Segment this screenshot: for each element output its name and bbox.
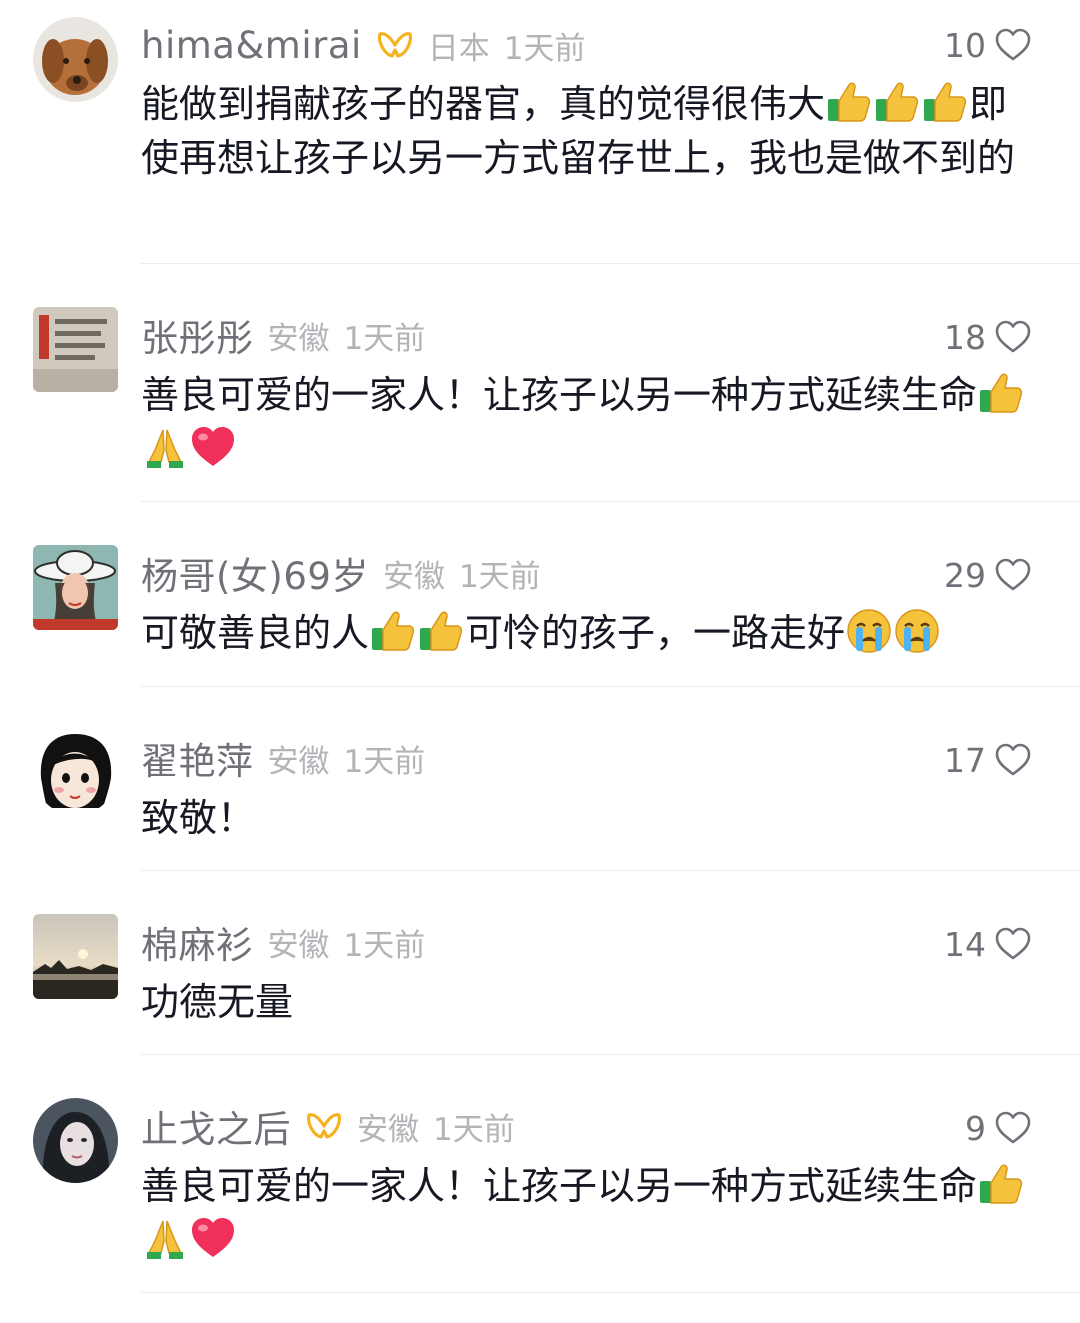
username[interactable]: 张彤彤 bbox=[141, 308, 254, 362]
comment-text-segment: 能做到捐献孩子的器官，真的觉得很伟大 bbox=[141, 82, 826, 126]
comment-text-segment: 善良可爱的一家人！让孩子以另一种方式延续生命 bbox=[141, 1164, 978, 1208]
user-avatar[interactable] bbox=[33, 730, 118, 815]
comment-meta: 棉麻衫 安徽 1天前 bbox=[141, 914, 425, 970]
document-avatar-icon bbox=[33, 307, 118, 392]
divider bbox=[141, 501, 1080, 502]
comment-time: 1天前 bbox=[458, 558, 541, 595]
fan-badge-icon bbox=[376, 28, 414, 62]
like-count: 29 bbox=[944, 555, 986, 595]
comment-location: 安徽 bbox=[267, 927, 330, 964]
thumbs-up-icon bbox=[873, 79, 921, 125]
heart-outline-icon bbox=[994, 742, 1032, 778]
comment-time: 1天前 bbox=[503, 30, 586, 67]
comment-text-segment: 功德无量 bbox=[141, 980, 294, 1024]
comment-meta: 止戈之后 安徽 1天前 bbox=[141, 1098, 515, 1154]
like-button[interactable]: 10 bbox=[944, 17, 1032, 73]
divider bbox=[141, 1292, 1080, 1293]
comment-location: 安徽 bbox=[382, 558, 445, 595]
like-count: 10 bbox=[944, 25, 986, 65]
username[interactable]: 棉麻衫 bbox=[141, 915, 254, 969]
crying-face-icon bbox=[845, 608, 893, 654]
user-avatar[interactable] bbox=[33, 17, 118, 102]
divider bbox=[141, 686, 1080, 687]
username[interactable]: hima&mirai bbox=[141, 24, 362, 67]
thumbs-up-icon bbox=[921, 79, 969, 125]
comment-time: 1天前 bbox=[343, 927, 426, 964]
thumbs-up-icon bbox=[417, 608, 465, 654]
comment-text: 善良可爱的一家人！让孩子以另一种方式延续生命 bbox=[141, 368, 1036, 476]
like-count: 17 bbox=[944, 740, 986, 780]
pray-icon bbox=[141, 424, 189, 470]
heart-outline-icon bbox=[994, 27, 1032, 63]
sunset-avatar-icon bbox=[33, 914, 118, 999]
like-button[interactable]: 14 bbox=[944, 916, 1032, 972]
comment-text: 能做到捐献孩子的器官，真的觉得很伟大 即使再想让孩子以另一方式留存世上，我也是做不… bbox=[141, 77, 1036, 185]
comment-location: 日本 bbox=[427, 30, 490, 67]
thumbs-up-icon bbox=[977, 1161, 1025, 1207]
heart-outline-icon bbox=[994, 557, 1032, 593]
like-count: 18 bbox=[944, 317, 986, 357]
comment-meta: 翟艳萍 安徽 1天前 bbox=[141, 730, 425, 786]
comment-meta: 杨哥(女)69岁 安徽 1天前 bbox=[141, 545, 541, 601]
username[interactable]: 止戈之后 bbox=[141, 1099, 291, 1153]
divider bbox=[141, 263, 1080, 264]
comment-time: 1天前 bbox=[343, 743, 426, 780]
like-button[interactable]: 17 bbox=[944, 732, 1032, 788]
like-count: 14 bbox=[944, 924, 986, 964]
woman-portrait-avatar-icon bbox=[33, 1098, 118, 1183]
user-avatar[interactable] bbox=[33, 914, 118, 999]
heart-outline-icon bbox=[994, 319, 1032, 355]
comment-meta: hima&mirai 日本 1天前 bbox=[141, 17, 586, 73]
comment-location: 安徽 bbox=[357, 1111, 419, 1148]
cartoon-girl-avatar-icon bbox=[33, 730, 118, 815]
user-avatar[interactable] bbox=[33, 545, 118, 630]
comment-text: 善良可爱的一家人！让孩子以另一种方式延续生命 bbox=[141, 1159, 1036, 1267]
user-avatar[interactable] bbox=[33, 1098, 118, 1183]
divider bbox=[141, 870, 1080, 871]
dog-avatar-icon bbox=[33, 17, 118, 102]
pray-icon bbox=[141, 1215, 189, 1261]
thumbs-up-icon bbox=[369, 608, 417, 654]
like-button[interactable]: 9 bbox=[965, 1100, 1032, 1156]
username[interactable]: 杨哥(女)69岁 bbox=[141, 546, 369, 600]
fan-badge-icon bbox=[305, 1109, 343, 1143]
comment-text-segment: 善良可爱的一家人！让孩子以另一种方式延续生命 bbox=[141, 373, 978, 417]
heart-outline-icon bbox=[994, 926, 1032, 962]
crying-face-icon bbox=[893, 608, 941, 654]
red-heart-icon bbox=[189, 424, 237, 470]
user-avatar[interactable] bbox=[33, 307, 118, 392]
divider bbox=[141, 1054, 1080, 1055]
username[interactable]: 翟艳萍 bbox=[141, 731, 254, 785]
comment-text: 致敬！ bbox=[141, 791, 1036, 845]
comment-text: 可敬善良的人 可怜的孩子，一路走好 bbox=[141, 606, 1036, 660]
thumbs-up-icon bbox=[825, 79, 873, 125]
woman-hat-avatar-icon bbox=[33, 545, 118, 630]
comment-location: 安徽 bbox=[267, 743, 330, 780]
thumbs-up-icon bbox=[977, 370, 1025, 416]
comment-text-segment: 致敬！ bbox=[141, 796, 256, 840]
like-button[interactable]: 29 bbox=[944, 547, 1032, 603]
like-button[interactable]: 18 bbox=[944, 309, 1032, 365]
like-count: 9 bbox=[965, 1108, 986, 1148]
comment-time: 1天前 bbox=[343, 320, 426, 357]
heart-outline-icon bbox=[994, 1110, 1032, 1146]
comment-text: 功德无量 bbox=[141, 975, 1036, 1029]
red-heart-icon bbox=[189, 1215, 237, 1261]
comment-location: 安徽 bbox=[267, 320, 330, 357]
comment-text-segment: 可敬善良的人 bbox=[141, 611, 370, 655]
comment-time: 1天前 bbox=[433, 1111, 515, 1148]
comment-text-segment: 可怜的孩子，一路走好 bbox=[465, 611, 846, 655]
comment-meta: 张彤彤 安徽 1天前 bbox=[141, 307, 425, 363]
